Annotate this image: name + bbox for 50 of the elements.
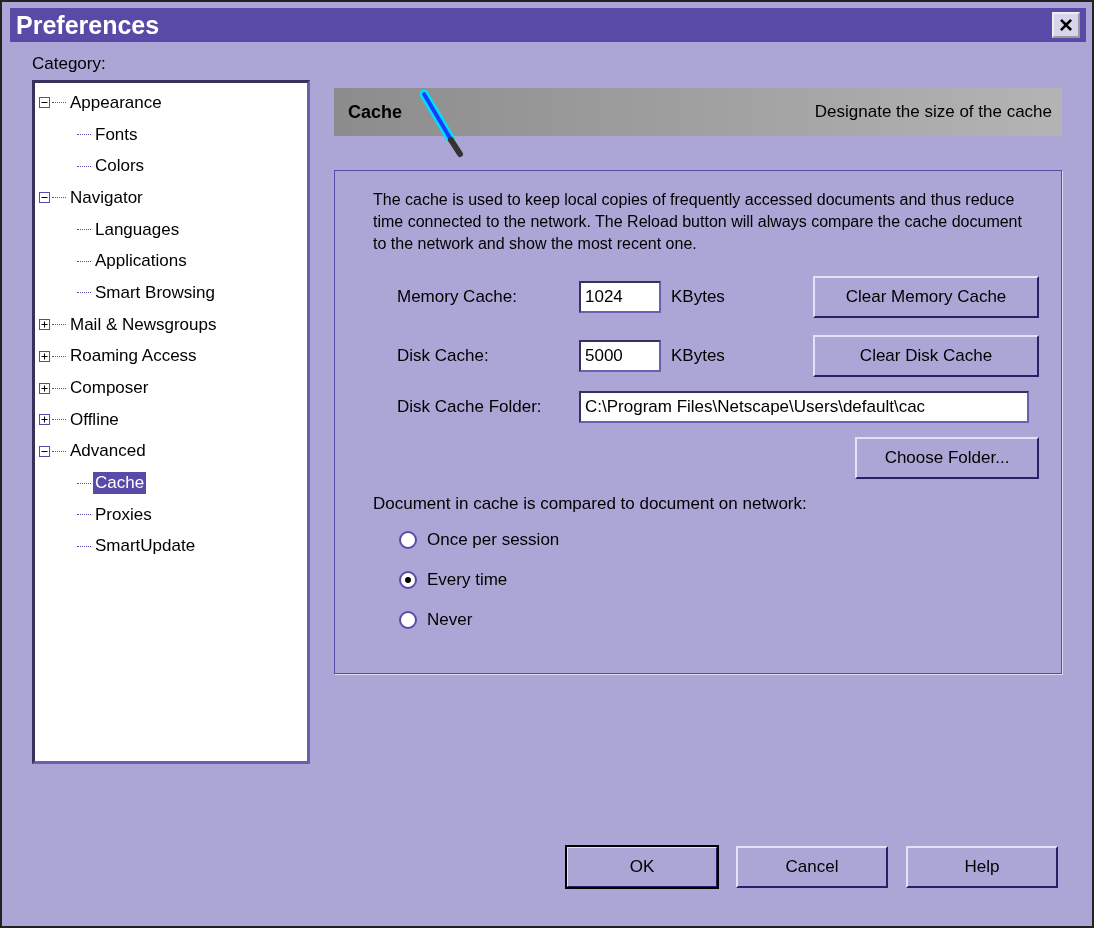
expand-icon[interactable] bbox=[39, 350, 50, 362]
field-label: Memory Cache: bbox=[396, 286, 518, 307]
tree-item[interactable]: Composer bbox=[68, 377, 151, 400]
tree-item[interactable]: Advanced bbox=[68, 440, 148, 463]
field-label: Disk Cache Folder: bbox=[396, 396, 543, 417]
section-subtitle: Designate the size of the cache bbox=[814, 102, 1052, 122]
collapse-icon[interactable] bbox=[39, 445, 50, 457]
input-field[interactable]: 5000 bbox=[579, 339, 661, 372]
tree-item[interactable]: Roaming Access bbox=[68, 345, 199, 368]
description-text: The cache is used to keep local copies of frequently accessed documents and thus reduce time connected to the network. The Reload button will always compare the cache document to the network and show the most recent one. bbox=[373, 190, 1023, 254]
expand-icon[interactable] bbox=[39, 319, 50, 331]
window-title: Preferences bbox=[16, 10, 160, 40]
close-button[interactable]: × bbox=[1052, 12, 1080, 38]
radio-button[interactable] bbox=[399, 571, 417, 589]
collapse-icon[interactable] bbox=[39, 192, 50, 204]
tree-item[interactable]: Applications bbox=[93, 250, 189, 273]
unit-label: KBytes bbox=[671, 345, 726, 366]
tree-item[interactable]: Cache bbox=[93, 472, 147, 495]
radio-option[interactable]: Never bbox=[373, 600, 1039, 640]
input-field[interactable]: C:\Program Files\Netscape\Users\default\cac bbox=[579, 390, 1029, 423]
tree-item[interactable]: SmartUpdate bbox=[93, 535, 198, 558]
radio-option[interactable]: Every time bbox=[373, 560, 1039, 600]
dialog-button[interactable]: OK bbox=[566, 846, 718, 888]
collapse-icon[interactable] bbox=[39, 97, 50, 109]
radio-button[interactable] bbox=[399, 531, 417, 549]
dialog-button[interactable]: Cancel bbox=[736, 846, 888, 888]
field-label: Disk Cache: bbox=[396, 345, 490, 366]
expand-icon[interactable] bbox=[39, 382, 50, 394]
unit-label: KBytes bbox=[671, 286, 726, 307]
tree-item[interactable]: Fonts bbox=[93, 123, 140, 146]
input-field[interactable]: 1024 bbox=[579, 280, 661, 313]
compare-label: Document in cache is compared to document on network: bbox=[373, 494, 808, 514]
tree-item[interactable]: Offline bbox=[68, 408, 121, 431]
choose-folder-button[interactable]: Choose Folder... bbox=[855, 437, 1039, 479]
tree-item[interactable]: Mail & Newsgroups bbox=[68, 313, 219, 336]
clear-button[interactable]: Clear Memory Cache bbox=[813, 275, 1039, 318]
tree-item[interactable]: Colors bbox=[93, 155, 147, 178]
tree-item[interactable]: Smart Browsing bbox=[93, 281, 217, 304]
tree-item[interactable]: Appearance bbox=[68, 91, 164, 114]
expand-icon[interactable] bbox=[39, 414, 50, 426]
lightsaber-icon bbox=[420, 90, 464, 158]
clear-button[interactable]: Clear Disk Cache bbox=[813, 334, 1039, 377]
radio-button[interactable] bbox=[399, 611, 417, 629]
category-label: Category: bbox=[32, 54, 107, 74]
tree-item[interactable]: Proxies bbox=[93, 503, 154, 526]
radio-option[interactable]: Once per session bbox=[373, 520, 1039, 560]
section-title: Cache bbox=[348, 101, 403, 123]
tree-item[interactable]: Languages bbox=[93, 218, 182, 241]
tree-item[interactable]: Navigator bbox=[68, 186, 145, 209]
dialog-button[interactable]: Help bbox=[906, 846, 1058, 888]
